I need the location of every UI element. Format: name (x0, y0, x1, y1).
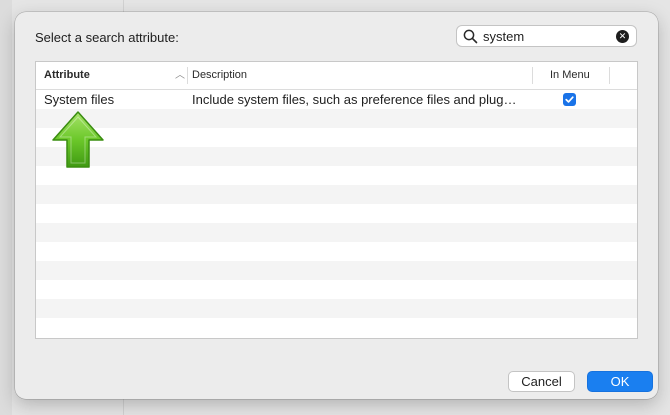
table-body: System files Include system files, such … (36, 90, 637, 337)
empty-row (36, 109, 637, 128)
cancel-button[interactable]: Cancel (508, 371, 575, 392)
search-field[interactable]: ✕ (456, 25, 637, 47)
magnifier-icon (463, 29, 478, 44)
empty-row (36, 128, 637, 147)
sort-ascending-icon: ︿ (175, 70, 185, 81)
column-header-in-menu[interactable]: In Menu (550, 62, 590, 89)
empty-row (36, 318, 637, 337)
cell-attribute: System files (44, 92, 115, 107)
ok-button[interactable]: OK (587, 371, 653, 392)
cell-description: Include system files, such as preference… (192, 92, 517, 107)
empty-row (36, 223, 637, 242)
column-divider[interactable] (532, 67, 533, 84)
empty-row (36, 261, 637, 280)
column-header-attribute[interactable]: Attribute (44, 62, 90, 89)
attribute-table: Attribute ︿ Description In Menu System f… (35, 61, 638, 339)
empty-row (36, 185, 637, 204)
empty-row (36, 147, 637, 166)
search-input[interactable] (483, 27, 609, 45)
clear-icon[interactable]: ✕ (616, 30, 629, 43)
column-divider[interactable] (609, 67, 610, 84)
column-header-description[interactable]: Description (192, 62, 247, 89)
empty-row (36, 166, 637, 185)
empty-row (36, 299, 637, 318)
dialog-prompt: Select a search attribute: (35, 30, 179, 45)
empty-row (36, 204, 637, 223)
table-header: Attribute ︿ Description In Menu (36, 62, 637, 90)
empty-row (36, 280, 637, 299)
column-divider[interactable] (187, 67, 188, 84)
background-edge (0, 0, 12, 415)
search-attribute-dialog: Select a search attribute: ✕ Attribute ︿… (15, 12, 658, 399)
empty-row (36, 242, 637, 261)
green-up-arrow-icon (52, 111, 104, 168)
table-row[interactable]: System files Include system files, such … (36, 90, 637, 109)
checkmark-icon (563, 93, 576, 106)
